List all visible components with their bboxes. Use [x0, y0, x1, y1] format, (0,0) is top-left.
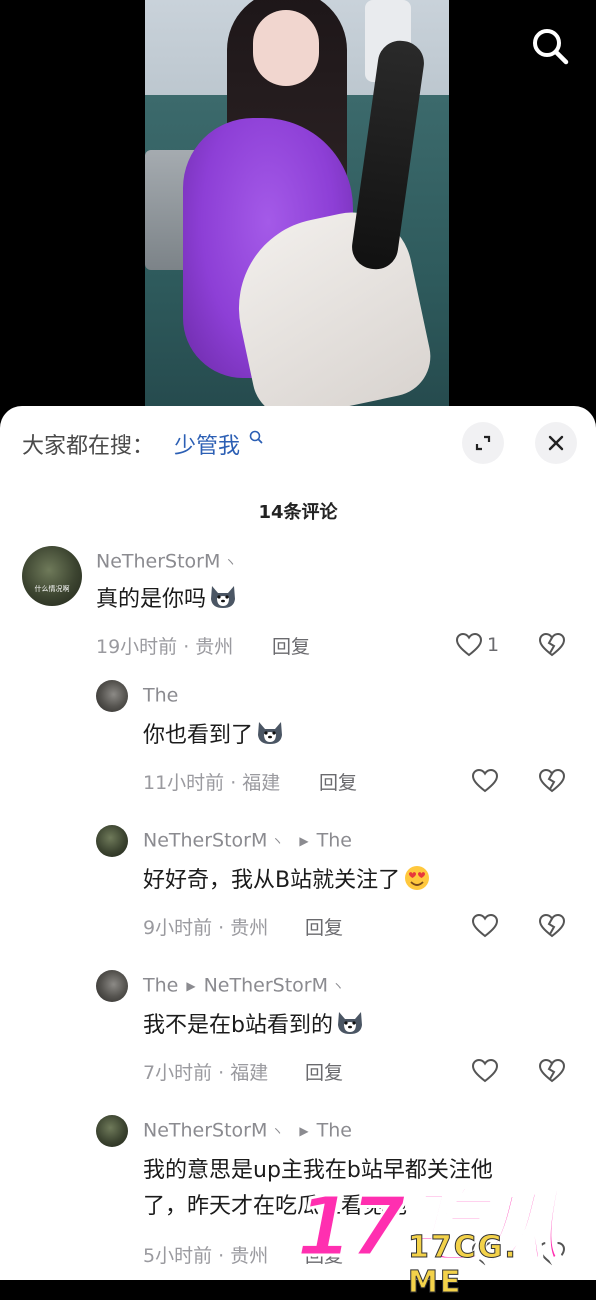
reply-button[interactable]: 回复: [305, 1058, 343, 1085]
reply-item: NeTherStorM ヽ ▶ The 好好奇，我从B站就关注了 9小时前 · 贵州 …: [0, 821, 596, 951]
husky-emoji-icon: [211, 586, 236, 608]
like-count: 1: [487, 634, 500, 656]
comment-username-row: NeTherStorM ヽ ▶ The: [143, 829, 352, 852]
search-icon: [533, 29, 569, 65]
reply-button[interactable]: 回复: [305, 913, 343, 940]
comment-meta: 19小时前 · 贵州: [96, 636, 234, 658]
avatar[interactable]: [96, 1115, 128, 1147]
dislike-button[interactable]: [538, 1241, 566, 1271]
comment-text-line-2: 了，昨天才在吃瓜上看见他: [143, 1194, 408, 1219]
reply-to-username[interactable]: NeTherStorM: [204, 975, 328, 997]
like-button[interactable]: [471, 913, 499, 939]
reply-item: The 你也看到了 11小时前 · 福建 回复: [0, 676, 596, 806]
reply-item: The ▶ NeTherStorM ヽ 我不是在b站看到的 7小时前 · 福建 回复: [0, 966, 596, 1096]
broken-heart-icon: [538, 768, 566, 793]
like-button[interactable]: [471, 1241, 499, 1267]
like-button[interactable]: [471, 768, 499, 794]
reply-arrow-icon: ▶: [186, 978, 196, 993]
dislike-button[interactable]: [538, 768, 566, 798]
avatar[interactable]: [96, 970, 128, 1002]
comment-username-row: NeTherStorM ヽ ▶ The: [143, 1119, 352, 1142]
comment-username[interactable]: NeTherStorM: [143, 1120, 267, 1142]
reply-button[interactable]: 回复: [305, 1241, 343, 1268]
comments-sheet: 大家都在搜： 少管我 14条评论 什么情况啊 NeTherStorM ヽ 真的是…: [0, 406, 596, 1280]
broken-heart-icon: [538, 1241, 566, 1266]
author-tick-icon: ヽ: [331, 979, 344, 993]
comment-meta: 5小时前 · 贵州: [143, 1245, 269, 1267]
search-suggestion-link[interactable]: 少管我: [174, 428, 240, 460]
comment-meta: 9小时前 · 贵州: [143, 917, 269, 939]
avatar[interactable]: [96, 680, 128, 712]
comment-text: 好好奇，我从B站就关注了: [143, 865, 432, 897]
comment-item: 什么情况啊 NeTherStorM ヽ 真的是你吗 19小时前 · 贵州 回复 1: [0, 544, 596, 674]
comment-username[interactable]: NeTherStorM: [143, 830, 267, 852]
broken-heart-icon: [538, 1058, 566, 1083]
comment-username[interactable]: The: [143, 975, 178, 997]
comment-username[interactable]: NeTherStorM: [96, 551, 220, 573]
comment-username[interactable]: The: [143, 685, 178, 707]
husky-emoji-icon: [337, 1012, 362, 1034]
author-tick-icon: ヽ: [271, 834, 284, 848]
reply-button[interactable]: 回复: [272, 632, 310, 659]
author-tick-icon: ヽ: [224, 555, 237, 569]
reply-item: NeTherStorM ヽ ▶ The 我的意思是up主我在b站早都关注他 了，昨天才…: [0, 1111, 596, 1280]
husky-emoji-icon: [258, 722, 283, 744]
dislike-button[interactable]: [538, 632, 566, 662]
comment-text: 你也看到了: [143, 720, 285, 752]
author-tick-icon: ヽ: [271, 1124, 284, 1138]
comment-text: 真的是你吗: [96, 584, 238, 616]
comment-username-row: The ▶ NeTherStorM ヽ: [143, 974, 352, 997]
comment-meta: 7小时前 · 福建: [143, 1062, 269, 1084]
expand-icon: [475, 435, 491, 451]
heart-icon: [455, 632, 483, 657]
heart-icon: [471, 1058, 499, 1083]
like-button[interactable]: 1: [455, 632, 499, 658]
comment-text: 我不是在b站看到的: [143, 1010, 365, 1042]
video-player[interactable]: [0, 0, 596, 430]
comment-username-row: The: [143, 684, 178, 707]
expand-button[interactable]: [462, 422, 504, 464]
reply-arrow-icon: ▶: [299, 833, 309, 848]
close-button[interactable]: [535, 422, 577, 464]
comment-text-line-1: 我的意思是up主我在b站早都关注他: [143, 1158, 493, 1183]
comment-meta: 11小时前 · 福建: [143, 772, 281, 794]
reply-to-username[interactable]: The: [317, 830, 352, 852]
heart-eyes-emoji-icon: [405, 866, 430, 890]
dislike-button[interactable]: [538, 913, 566, 943]
broken-heart-icon: [538, 913, 566, 938]
avatar[interactable]: 什么情况啊: [22, 546, 82, 606]
avatar[interactable]: [96, 825, 128, 857]
comment-username-row: NeTherStorM ヽ: [96, 550, 244, 573]
reply-button[interactable]: 回复: [319, 768, 357, 795]
heart-icon: [471, 913, 499, 938]
like-button[interactable]: [471, 1058, 499, 1084]
search-button[interactable]: [528, 24, 572, 68]
search-icon: [249, 430, 263, 444]
dislike-button[interactable]: [538, 1058, 566, 1088]
close-icon: [548, 435, 564, 451]
reply-arrow-icon: ▶: [299, 1123, 309, 1138]
broken-heart-icon: [538, 632, 566, 657]
video-frame: [145, 0, 449, 406]
search-suggestion-label: 大家都在搜：: [22, 434, 155, 459]
heart-icon: [471, 1241, 499, 1266]
reply-to-username[interactable]: The: [317, 1120, 352, 1142]
heart-icon: [471, 768, 499, 793]
sheet-header: 大家都在搜： 少管我: [0, 406, 596, 480]
comments-count: 14条评论: [258, 502, 338, 523]
